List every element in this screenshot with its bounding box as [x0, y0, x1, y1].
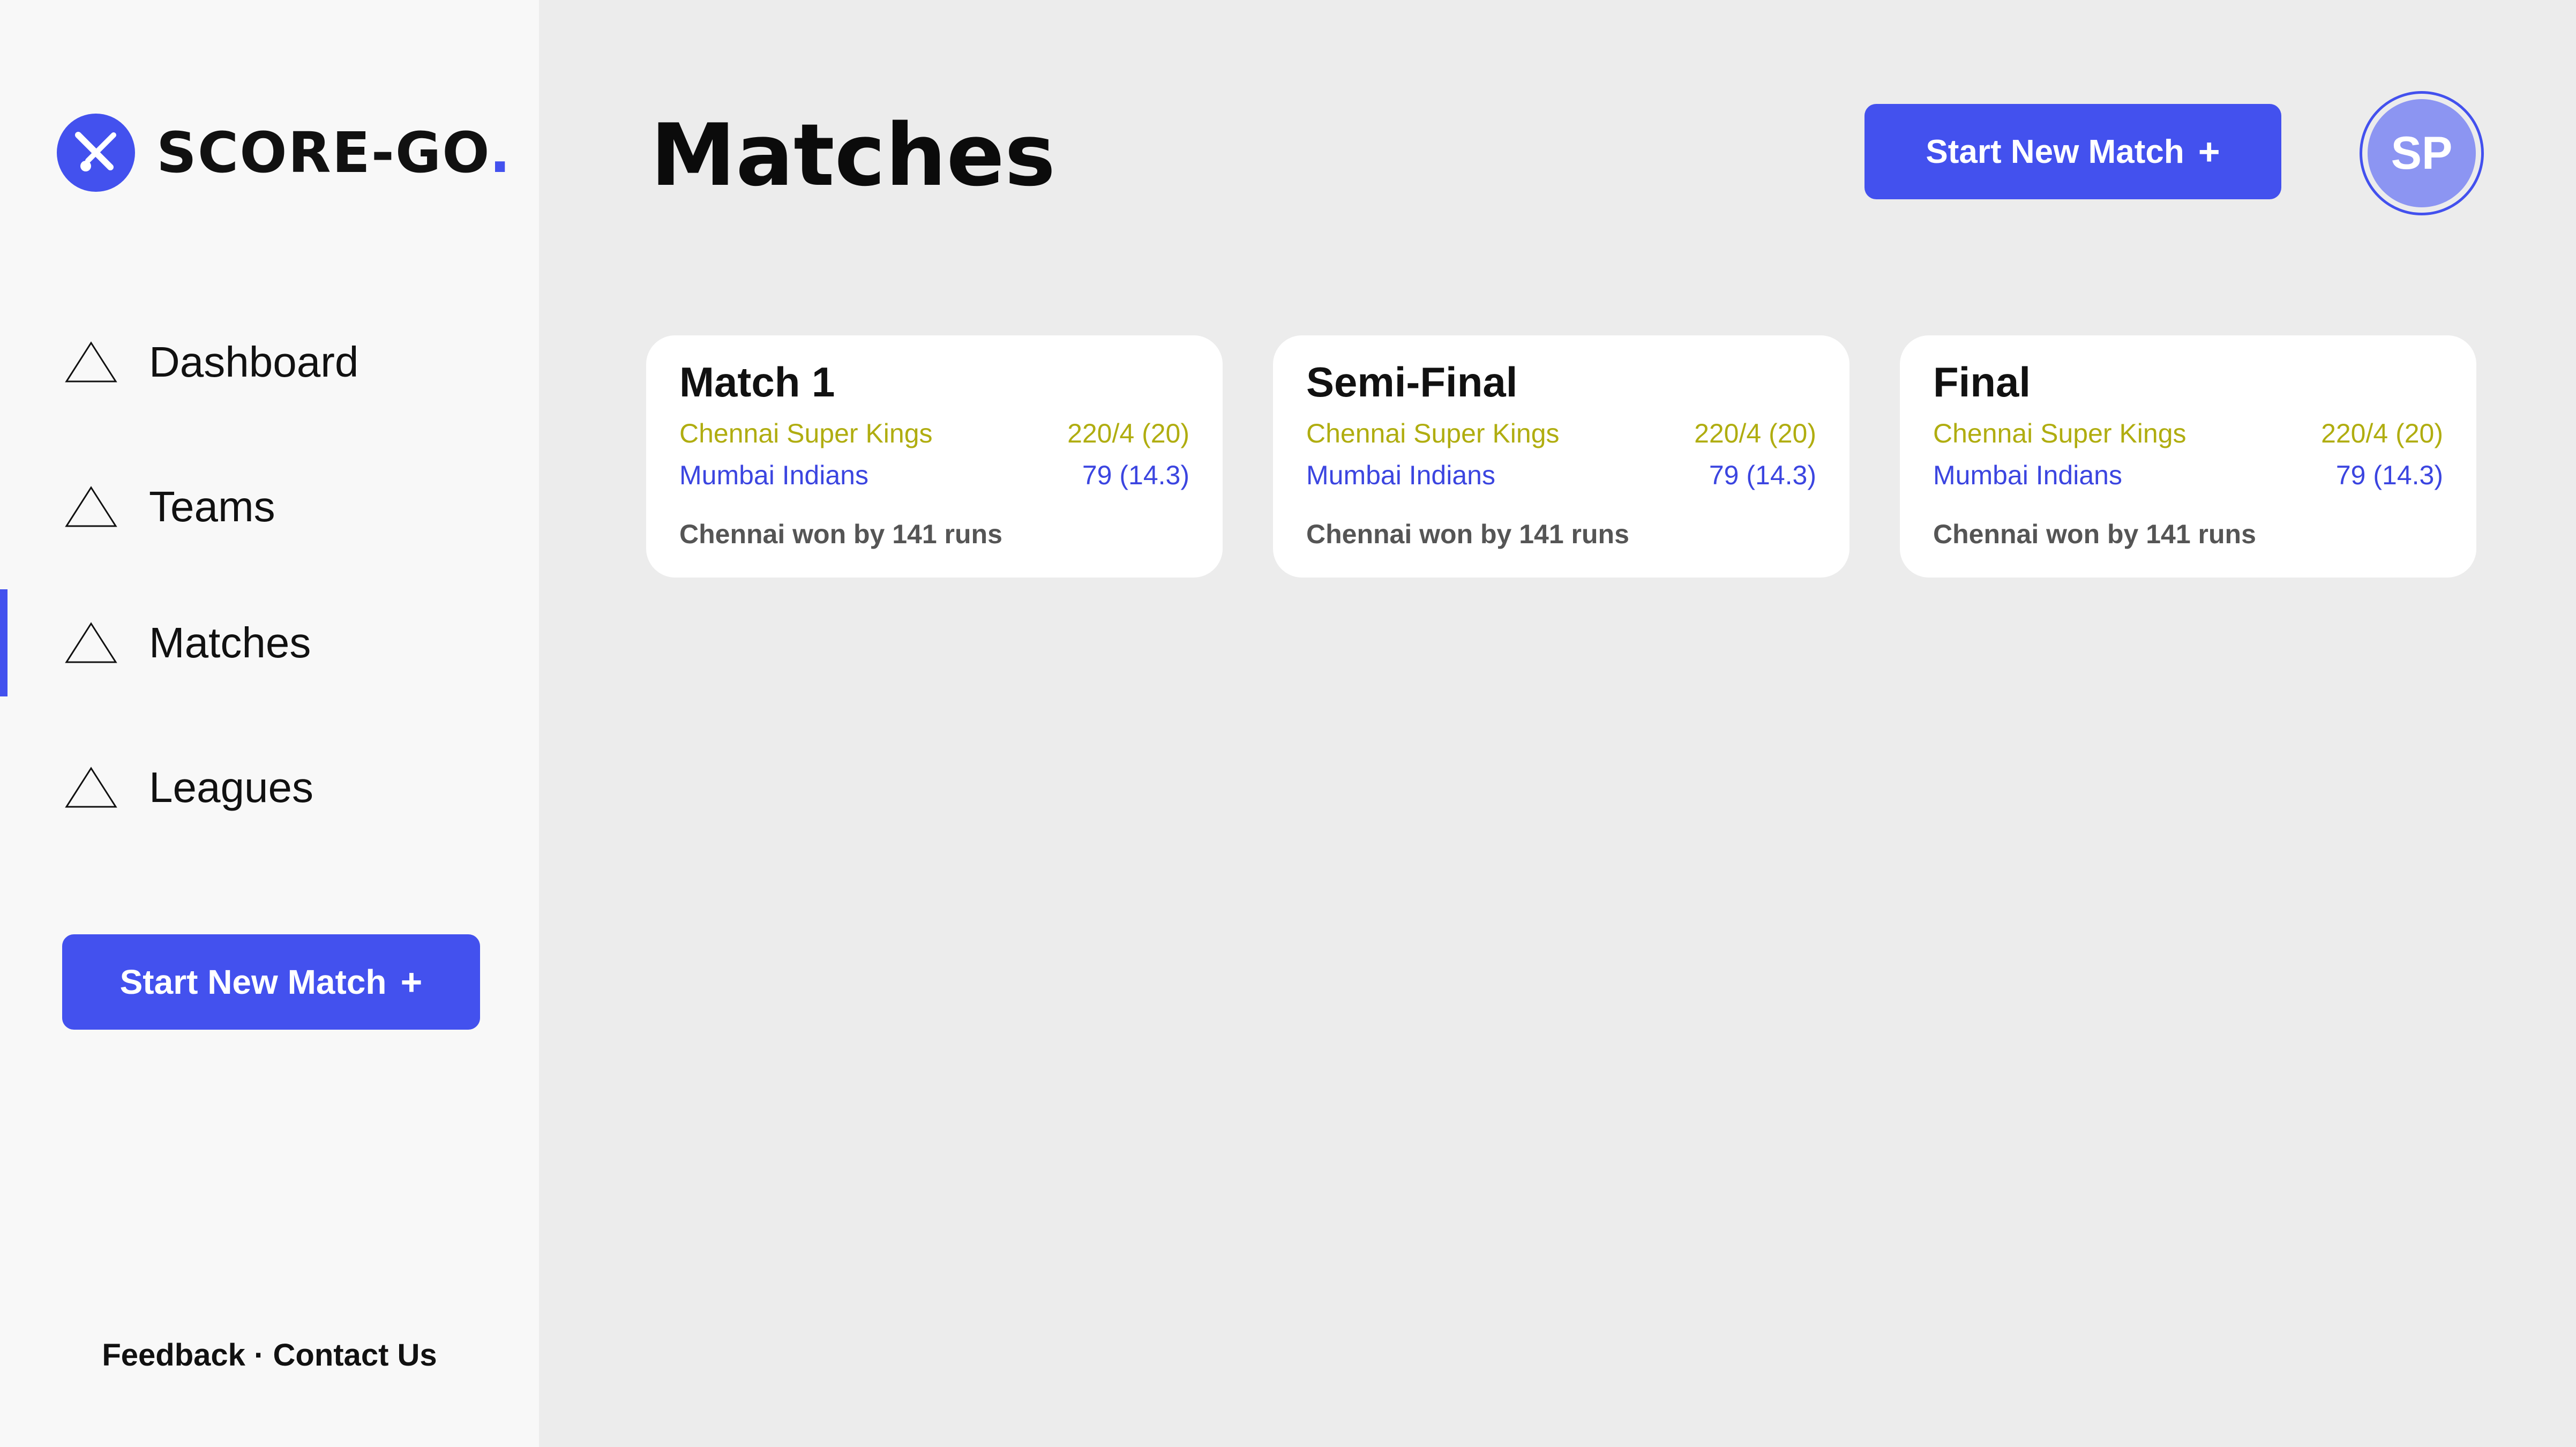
match-card[interactable]: Final Chennai Super Kings 220/4 (20) Mum… — [1900, 335, 2476, 578]
match-result: Chennai won by 141 runs — [1306, 519, 1629, 549]
brand-logo[interactable]: SCORE-GO. — [57, 114, 512, 192]
team1-name: Chennai Super Kings — [1933, 418, 2186, 448]
team2-row: Mumbai Indians 79 (14.3) — [679, 460, 1189, 491]
page-title: Matches — [650, 105, 1056, 205]
sidebar-item-dashboard[interactable]: Dashboard — [0, 309, 539, 416]
triangle-icon — [65, 486, 117, 527]
active-indicator — [0, 589, 8, 696]
match-title: Semi-Final — [1306, 358, 1518, 406]
sidebar: SCORE-GO. Dashboard Teams Matches League… — [0, 0, 539, 1447]
brand-name: SCORE-GO. — [156, 120, 512, 185]
app-root: SCORE-GO. Dashboard Teams Matches League… — [0, 0, 2576, 1447]
button-label: Start New Match — [119, 963, 387, 1001]
sidebar-item-matches[interactable]: Matches — [0, 589, 539, 696]
avatar-initials: SP — [2368, 99, 2476, 207]
triangle-icon — [65, 767, 117, 808]
sidebar-item-label: Leagues — [149, 763, 313, 811]
plus-icon: + — [2198, 131, 2220, 173]
brand-dot: . — [489, 120, 512, 185]
match-title: Final — [1933, 358, 2031, 406]
sidebar-item-label: Matches — [149, 619, 311, 666]
sidebar-item-teams[interactable]: Teams — [0, 453, 539, 560]
team1-name: Chennai Super Kings — [679, 418, 933, 448]
team1-score: 220/4 (20) — [1694, 418, 1816, 448]
team2-score: 79 (14.3) — [1082, 460, 1189, 490]
team2-name: Mumbai Indians — [1933, 460, 2122, 490]
triangle-icon — [65, 341, 117, 383]
triangle-icon — [65, 622, 117, 663]
team2-score: 79 (14.3) — [2335, 460, 2443, 490]
avatar[interactable]: SP — [2360, 91, 2484, 215]
button-label: Start New Match — [1926, 133, 2184, 170]
plus-icon: + — [400, 961, 423, 1003]
match-result: Chennai won by 141 runs — [1933, 519, 2256, 549]
sidebar-item-leagues[interactable]: Leagues — [0, 734, 539, 841]
contact-us-link[interactable]: Contact Us — [273, 1338, 437, 1373]
team1-name: Chennai Super Kings — [1306, 418, 1560, 448]
header-start-match-button[interactable]: Start New Match + — [1864, 104, 2281, 199]
team2-score: 79 (14.3) — [1709, 460, 1816, 490]
brand-name-text: SCORE-GO — [156, 120, 490, 185]
footer-separator: · — [254, 1338, 265, 1373]
team2-name: Mumbai Indians — [679, 460, 868, 490]
match-card[interactable]: Match 1 Chennai Super Kings 220/4 (20) M… — [646, 335, 1223, 578]
match-card[interactable]: Semi-Final Chennai Super Kings 220/4 (20… — [1273, 335, 1849, 578]
sidebar-start-match-button[interactable]: Start New Match + — [62, 934, 480, 1030]
team1-row: Chennai Super Kings 220/4 (20) — [679, 418, 1189, 449]
team2-row: Mumbai Indians 79 (14.3) — [1933, 460, 2443, 491]
team1-score: 220/4 (20) — [2321, 418, 2443, 448]
team2-name: Mumbai Indians — [1306, 460, 1495, 490]
team1-row: Chennai Super Kings 220/4 (20) — [1306, 418, 1816, 449]
match-title: Match 1 — [679, 358, 835, 406]
feedback-link[interactable]: Feedback — [102, 1338, 245, 1373]
sidebar-item-label: Teams — [149, 483, 275, 530]
cricket-bat-icon — [57, 114, 135, 192]
sidebar-item-label: Dashboard — [149, 338, 359, 386]
team1-row: Chennai Super Kings 220/4 (20) — [1933, 418, 2443, 449]
match-result: Chennai won by 141 runs — [679, 519, 1002, 549]
footer-links: Feedback · Contact Us — [0, 1337, 539, 1373]
team2-row: Mumbai Indians 79 (14.3) — [1306, 460, 1816, 491]
team1-score: 220/4 (20) — [1067, 418, 1189, 448]
